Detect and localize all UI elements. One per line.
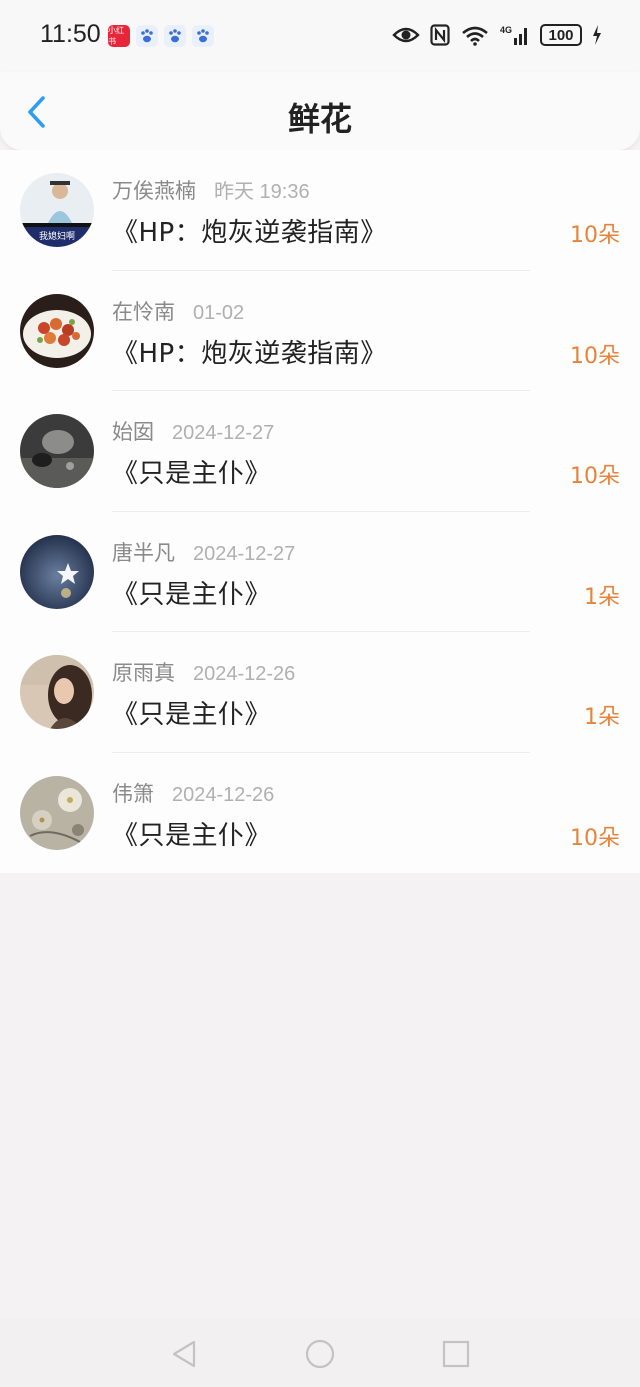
user-name: 万俟燕楠 xyxy=(112,179,196,203)
app-header: 鲜花 xyxy=(0,72,640,150)
system-nav-bar xyxy=(0,1318,640,1387)
book-title[interactable]: 《只是主仆》 xyxy=(112,815,271,852)
list-item[interactable]: 始囡 2024-12-27 《只是主仆》 10朵 xyxy=(0,391,640,512)
nfc-icon xyxy=(430,24,450,46)
flower-list: 我媳妇啊 万俟燕楠 昨天 19:36 《HP：炮灰逆袭指南》 10朵 在怜南 0… xyxy=(0,150,640,873)
flower-count: 1朵 xyxy=(584,584,620,610)
flower-count: 10朵 xyxy=(570,825,620,851)
baidu-paw-icon xyxy=(136,25,158,47)
avatar[interactable] xyxy=(20,775,94,850)
avatar[interactable] xyxy=(20,293,94,368)
status-bar: 11:50 小红书 4G 100 xyxy=(0,0,640,72)
circle-home-icon xyxy=(305,1339,335,1369)
signal-icon: 4G xyxy=(500,25,527,45)
timestamp: 01-02 xyxy=(193,301,245,324)
avatar[interactable] xyxy=(20,655,94,729)
xiaohongshu-app-icon: 小红书 xyxy=(108,25,130,47)
user-name: 唐半凡 xyxy=(112,540,175,565)
nav-home-button[interactable] xyxy=(304,1338,336,1370)
list-item[interactable]: 原雨真 2024-12-26 《只是主仆》 1朵 xyxy=(0,632,640,753)
charging-icon xyxy=(593,25,601,45)
wifi-icon xyxy=(462,26,488,46)
nav-back-button[interactable] xyxy=(168,1338,200,1370)
list-item[interactable]: 我媳妇啊 万俟燕楠 昨天 19:36 《HP：炮灰逆袭指南》 10朵 xyxy=(0,150,640,271)
list-item[interactable]: 在怜南 01-02 《HP：炮灰逆袭指南》 10朵 xyxy=(0,271,640,392)
timestamp: 2024-12-27 xyxy=(193,542,296,565)
flower-count: 1朵 xyxy=(584,705,620,730)
flower-count: 10朵 xyxy=(570,223,620,248)
timestamp: 2024-12-26 xyxy=(172,783,275,806)
square-recents-icon xyxy=(442,1340,470,1368)
svg-text:4G: 4G xyxy=(500,25,512,35)
user-name: 在怜南 xyxy=(112,299,175,324)
book-title[interactable]: 《HP：炮灰逆袭指南》 xyxy=(112,212,387,249)
avatar[interactable] xyxy=(20,534,94,609)
battery-icon: 100 xyxy=(540,24,582,46)
triangle-back-icon xyxy=(172,1340,196,1368)
baidu-paw-icon xyxy=(164,25,186,47)
book-title[interactable]: 《只是主仆》 xyxy=(112,574,271,611)
timestamp: 昨天 19:36 xyxy=(214,181,310,203)
flower-count: 10朵 xyxy=(570,343,620,369)
flower-count: 10朵 xyxy=(570,464,620,489)
avatar-caption: 我媳妇啊 xyxy=(39,230,75,242)
avatar[interactable] xyxy=(20,414,94,488)
user-name: 原雨真 xyxy=(112,661,175,685)
nav-recents-button[interactable] xyxy=(440,1338,472,1370)
timestamp: 2024-12-27 xyxy=(172,422,275,444)
eye-icon xyxy=(392,27,420,43)
book-title[interactable]: 《只是主仆》 xyxy=(112,453,271,490)
status-time: 11:50 xyxy=(40,20,101,48)
timestamp: 2024-12-26 xyxy=(193,663,296,685)
user-name: 伟箫 xyxy=(112,781,154,806)
page-title: 鲜花 xyxy=(287,100,352,138)
list-item[interactable]: 唐半凡 2024-12-27 《只是主仆》 1朵 xyxy=(0,512,640,633)
baidu-paw-icon xyxy=(192,25,214,47)
user-name: 始囡 xyxy=(112,420,154,444)
list-item[interactable]: 伟箫 2024-12-26 《只是主仆》 10朵 xyxy=(0,753,640,874)
avatar[interactable]: 我媳妇啊 xyxy=(20,173,94,247)
book-title[interactable]: 《只是主仆》 xyxy=(112,694,271,731)
status-icons: 4G 100 xyxy=(392,20,602,50)
book-title[interactable]: 《HP：炮灰逆袭指南》 xyxy=(112,333,387,370)
